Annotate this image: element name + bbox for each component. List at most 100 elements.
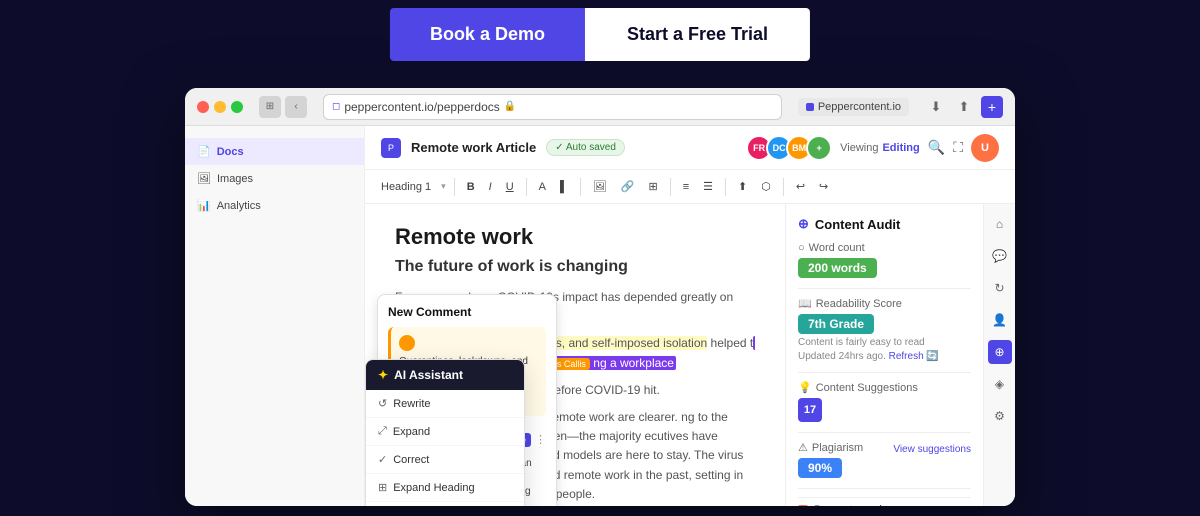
ai-item-rewrite[interactable]: ↺ Rewrite <box>366 390 524 418</box>
nav-item-images-label: Images <box>217 173 253 185</box>
align-button[interactable]: ≡ <box>679 179 693 195</box>
word-count-label: ○ Word count <box>798 242 971 254</box>
browser-page-icon: ◻ <box>332 101 340 112</box>
book-demo-button[interactable]: Book a Demo <box>390 8 585 61</box>
table-button[interactable]: ⊞ <box>644 178 661 195</box>
nav-item-analytics[interactable]: 📊 Analytics <box>185 192 364 219</box>
comment-more-icon[interactable]: ⋮ <box>535 433 546 446</box>
fullscreen-icon[interactable]: ⛶ <box>953 139 963 156</box>
divider-4 <box>798 488 971 489</box>
word-count-badge: 200 words <box>798 258 877 278</box>
lock-icon: 🔒 <box>504 101 516 112</box>
word-count-label-text: Word count <box>809 242 865 254</box>
underline-button[interactable]: U <box>502 179 518 195</box>
rp-icon-plugin[interactable]: ◈ <box>988 372 1012 396</box>
header-buttons: Book a Demo Start a Free Trial <box>390 8 810 61</box>
url-text: peppercontent.io/pepperdocs <box>344 100 499 114</box>
ai-item-expand-heading-label: Expand Heading <box>393 482 474 494</box>
plagiarism-badge: 90% <box>798 458 842 478</box>
download-icon[interactable]: ⬇ <box>925 96 947 118</box>
search-icon[interactable]: 🔍 <box>928 139 945 156</box>
para-2-mid: helped t <box>711 336 754 350</box>
panel-title-text: Content Audit <box>815 217 900 232</box>
heading-dropdown-icon[interactable]: ▾ <box>441 181 446 192</box>
book-icon: 📖 <box>798 297 812 310</box>
start-trial-button[interactable]: Start a Free Trial <box>585 8 810 61</box>
doc-logo: P <box>381 138 401 158</box>
nav-item-docs[interactable]: 📄 Docs <box>185 138 364 165</box>
tab-label: Peppercontent.io <box>818 101 901 113</box>
refresh-link[interactable]: Refresh <box>889 351 924 362</box>
view-suggestions-link[interactable]: View suggestions <box>893 444 971 455</box>
user-avatar[interactable]: U <box>971 134 999 162</box>
rp-icon-settings[interactable]: ⚙ <box>988 404 1012 428</box>
minimize-traffic-light[interactable] <box>214 101 226 113</box>
ai-item-correct-label: Correct <box>393 454 429 466</box>
rp-icon-home[interactable]: ⌂ <box>988 212 1012 236</box>
link-button[interactable]: 🔗 <box>617 178 639 195</box>
ai-dropdown-title: AI Assistant <box>394 368 463 382</box>
new-tab-button[interactable]: + <box>981 96 1003 118</box>
toolbar-separator-2 <box>526 178 527 196</box>
rp-icon-user[interactable]: 👤 <box>988 308 1012 332</box>
maximize-traffic-light[interactable] <box>231 101 243 113</box>
browser-actions: ⬇ ⬆ + <box>925 96 1003 118</box>
heading-select[interactable]: Heading 1 <box>377 179 435 195</box>
correct-icon: ✓ <box>378 453 387 466</box>
browser-tabs: Peppercontent.io <box>798 98 909 116</box>
nav-item-analytics-label: Analytics <box>217 200 261 212</box>
view-edit-toggle: Viewing Editing <box>840 142 920 154</box>
editing-label[interactable]: Editing <box>882 142 919 154</box>
para-2-end: ng a workplace <box>593 356 674 370</box>
editor-area[interactable]: Remote work The future of work is changi… <box>365 204 785 506</box>
readability-label: 📖 Readability Score <box>798 297 971 310</box>
viewing-label[interactable]: Viewing <box>840 142 878 154</box>
redo-button[interactable]: ↪ <box>815 178 832 195</box>
docs-icon: 📄 <box>197 145 211 158</box>
italic-button[interactable]: I <box>485 179 496 195</box>
ai-item-expand-heading[interactable]: ⊞ Expand Heading <box>366 474 524 502</box>
ai-item-expand[interactable]: ⤢ Expand <box>366 418 524 446</box>
image-button[interactable]: 🖼 <box>589 178 611 195</box>
collaborator-avatars: FR DC BM + <box>746 135 832 161</box>
ai-item-answer[interactable]: ? Answer this <box>366 502 524 506</box>
bold-button[interactable]: B <box>463 179 479 195</box>
list-button[interactable]: ☰ <box>699 178 717 195</box>
peppertype-row[interactable]: Peppertype.ai › <box>798 497 971 506</box>
analytics-icon: 📊 <box>197 199 211 212</box>
sidebar-toggle-icon[interactable]: ⊞ <box>259 96 281 118</box>
rp-icon-refresh[interactable]: ↻ <box>988 276 1012 300</box>
address-bar[interactable]: ◻ peppercontent.io/pepperdocs 🔒 <box>323 94 782 120</box>
rp-icon-chat[interactable]: 💬 <box>988 244 1012 268</box>
doc-body: Remote work The future of work is changi… <box>365 204 1015 506</box>
ai-dropdown: ✦ AI Assistant ↺ Rewrite ⤢ Expand <box>365 359 525 506</box>
doc-title[interactable]: Remote work Article <box>411 140 536 155</box>
doc-heading-2: The future of work is changing <box>395 258 755 276</box>
font-color-button[interactable]: A <box>535 179 550 195</box>
plagiarism-label: ⚠ Plagiarism <box>798 441 863 454</box>
readability-row: 📖 Readability Score 7th Grade Content is… <box>798 297 971 362</box>
ai-item-correct[interactable]: ✓ Correct <box>366 446 524 474</box>
ai-dropdown-header: ✦ AI Assistant <box>366 360 524 390</box>
browser-tab[interactable]: Peppercontent.io <box>798 98 909 116</box>
browser-chrome: ⊞ ‹ ◻ peppercontent.io/pepperdocs 🔒 Pepp… <box>185 88 1015 126</box>
rewrite-icon: ↺ <box>378 397 387 410</box>
share-toolbar-button[interactable]: ⬡ <box>757 178 775 195</box>
toolbar-separator-4 <box>670 178 671 196</box>
peppertype-label-text: Peppertype.ai <box>814 504 882 506</box>
toolbar-separator-5 <box>725 178 726 196</box>
close-traffic-light[interactable] <box>197 101 209 113</box>
share-icon[interactable]: ⬆ <box>953 96 975 118</box>
warning-icon: ⚠ <box>798 441 808 454</box>
rp-icon-audit[interactable]: ⊕ <box>988 340 1012 364</box>
upload-button[interactable]: ⬆ <box>734 178 751 195</box>
doc-header: P Remote work Article ✓ Auto saved FR DC… <box>365 126 1015 170</box>
undo-button[interactable]: ↩ <box>792 178 809 195</box>
highlight-button[interactable]: ▌ <box>556 179 572 195</box>
back-icon[interactable]: ‹ <box>285 96 307 118</box>
nav-item-images[interactable]: 🖼 Images <box>185 165 364 192</box>
left-nav: 📄 Docs 🖼 Images 📊 Analytics <box>185 126 365 506</box>
toolbar-separator-3 <box>580 178 581 196</box>
avatar-4: + <box>806 135 832 161</box>
suggestions-count: 17 <box>798 398 822 422</box>
